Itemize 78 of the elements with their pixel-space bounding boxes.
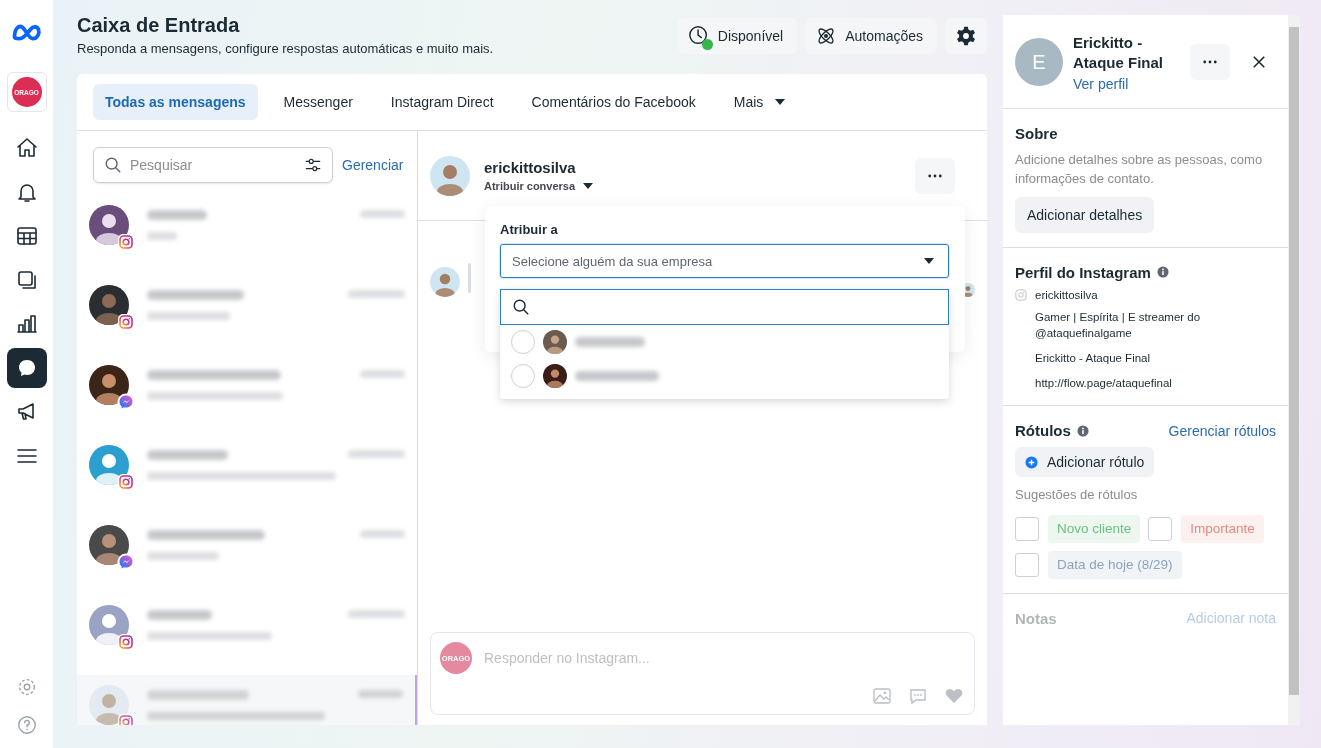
search-input[interactable]: Pesquisar: [128, 156, 298, 174]
scrollbar[interactable]: [1288, 15, 1300, 725]
plus-icon: [1025, 455, 1038, 469]
blurred-date: [348, 290, 405, 298]
table-icon: [14, 224, 39, 248]
blurred-preview: [147, 232, 177, 240]
checkbox[interactable]: [1015, 552, 1039, 577]
caret-icon: [924, 258, 934, 264]
assignee-select[interactable]: Selecione alguém da sua empresa: [500, 244, 949, 278]
search-icon: [104, 156, 122, 174]
caret-icon: [775, 99, 786, 105]
instagram-icon: [117, 233, 135, 251]
instagram-icon: [117, 633, 135, 651]
tab[interactable]: Todas as mensagens: [93, 84, 258, 120]
manage-labels-link[interactable]: Gerenciar rótulos: [1168, 422, 1276, 439]
tab[interactable]: Messenger: [271, 84, 365, 120]
tab[interactable]: Mais: [721, 84, 798, 120]
messenger-icon: [117, 393, 135, 411]
view-profile-link[interactable]: Ver perfil: [1073, 75, 1180, 92]
section-title: Rótulos: [1015, 422, 1071, 440]
more-icon: [1203, 60, 1217, 65]
avatar: E: [1015, 38, 1063, 87]
nav-chat-button[interactable]: [6, 348, 47, 388]
blurred-date: [358, 690, 403, 698]
caret-icon: [583, 183, 594, 189]
profile-info: Gamer | Espírita | E streamer do @ataquefinalgame: [1034, 309, 1202, 342]
settings-icon: [955, 25, 977, 47]
profile-info: http://flow.page/ataquefinal: [1034, 375, 1173, 391]
blurred-date: [360, 530, 405, 538]
page-title: Caixa de Entrada: [77, 14, 241, 37]
blurred-date: [348, 610, 405, 618]
section-title: Notas: [1015, 609, 1057, 627]
add-details-button[interactable]: Adicionar detalhes: [1015, 196, 1155, 233]
instagram-icon: [1015, 288, 1027, 301]
home-icon: [14, 136, 39, 160]
assign-conversation-button[interactable]: Atribuir conversa: [484, 180, 594, 192]
help-icon[interactable]: [15, 714, 38, 736]
blurred-name: [147, 210, 207, 220]
close-icon[interactable]: [1252, 55, 1266, 70]
blurred-date: [348, 450, 405, 458]
instagram-username: erickittosilva: [1035, 288, 1098, 301]
info-icon[interactable]: [1076, 424, 1089, 437]
bar-chart-icon: [14, 312, 39, 336]
reply-input[interactable]: Responder no Instagram...: [482, 649, 964, 667]
tab[interactable]: Instagram Direct: [378, 84, 506, 120]
status-dot: [701, 39, 713, 50]
profile-name: Erickitto - Ataque Final: [1073, 33, 1164, 74]
search-icon: [512, 298, 530, 316]
checkbox[interactable]: [1015, 516, 1039, 541]
section-title: Perfil do Instagram: [1015, 263, 1151, 281]
more-icon: [928, 173, 942, 178]
instagram-icon: [117, 313, 135, 331]
messenger-icon: [117, 553, 135, 571]
blurred-name: [147, 610, 212, 620]
section-title: Sobre: [1015, 124, 1059, 142]
quote-bar: [468, 263, 471, 293]
blurred-preview: [147, 552, 219, 560]
contact-name: erickittosilva: [484, 159, 577, 176]
automations-button[interactable]: Automações: [805, 18, 937, 54]
manage-link[interactable]: Gerenciar: [342, 157, 404, 173]
checkbox[interactable]: [1148, 516, 1173, 541]
blurred-date: [360, 210, 405, 218]
add-label-button[interactable]: Adicionar rótulo: [1015, 447, 1155, 478]
suggestions-title: Sugestões de rótulos: [1015, 486, 1139, 505]
instagram-icon: [117, 473, 135, 491]
search-field[interactable]: [500, 289, 949, 325]
blurred-name: [575, 337, 645, 347]
tab[interactable]: Comentários do Facebook: [519, 84, 708, 120]
clock-icon: [687, 25, 710, 47]
filter-icon: [304, 156, 322, 174]
settings-button[interactable]: [945, 18, 987, 54]
info-icon[interactable]: [1156, 266, 1169, 278]
page-subtitle: Responda a mensagens, configure respostas automáticas e muito mais.: [77, 41, 495, 56]
about-text: Adicione detalhes sobre as pessoas, como informações de contato.: [1015, 150, 1264, 188]
profile-info: Erickitto - Ataque Final: [1034, 350, 1152, 366]
popup-title: Atribuir a: [500, 222, 559, 237]
availability-button[interactable]: Disponível: [677, 18, 798, 54]
blurred-date: [360, 370, 405, 378]
